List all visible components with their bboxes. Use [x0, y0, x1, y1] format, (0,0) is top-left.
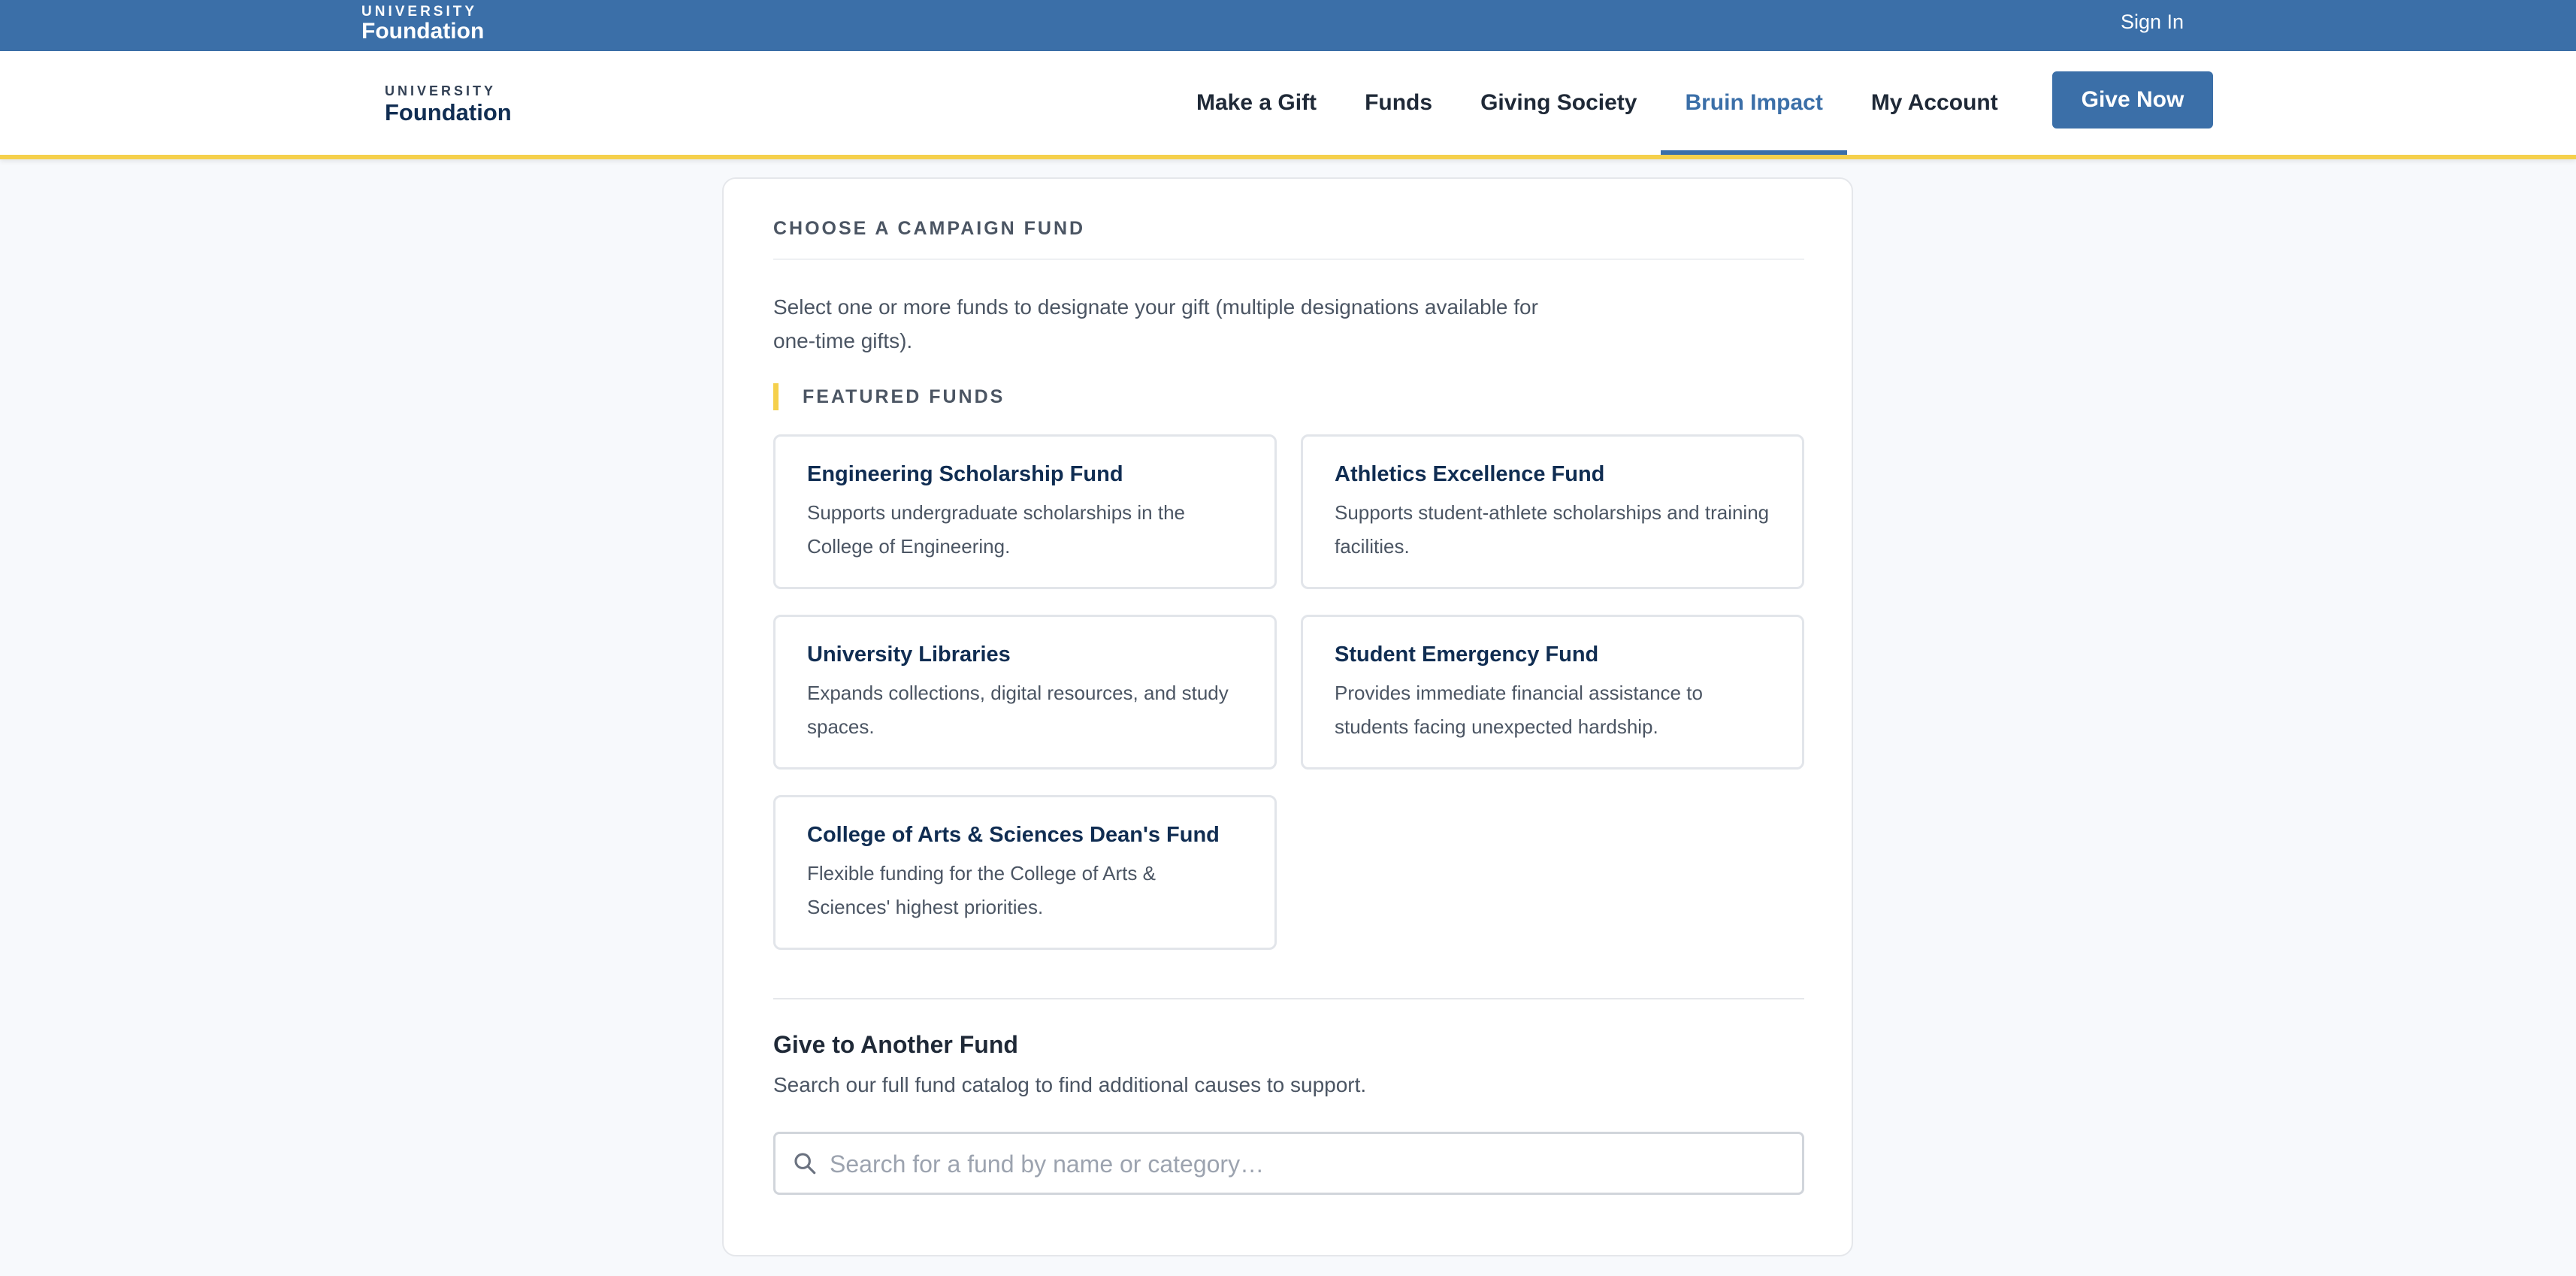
- main-nav: UNIVERSITY Foundation Make a Gift Funds …: [0, 51, 2576, 159]
- fund-title: Athletics Excellence Fund: [1335, 462, 1605, 486]
- nav-link-giving-society[interactable]: Giving Society: [1456, 51, 1661, 155]
- give-now-button[interactable]: Give Now: [2052, 71, 2213, 129]
- topbar-logo[interactable]: UNIVERSITY Foundation: [361, 5, 484, 43]
- nav-logo-big: Foundation: [385, 99, 512, 125]
- fund-title: Engineering Scholarship Fund: [807, 462, 1123, 486]
- fund-title: University Libraries: [807, 643, 1011, 667]
- section-label: CHOOSE A CAMPAIGN FUND: [773, 218, 1086, 239]
- fund-description: Supports undergraduate scholarships in t…: [807, 501, 1185, 558]
- nav-links: Make a Gift Funds Giving Society Bruin I…: [1172, 51, 2022, 155]
- featured-funds-grid: Engineering Scholarship Fund Supports un…: [773, 434, 1804, 950]
- fund-search-input[interactable]: [828, 1134, 1800, 1194]
- nav-link-bruin-impact[interactable]: Bruin Impact: [1661, 51, 1848, 155]
- topbar-logo-small: UNIVERSITY: [361, 4, 478, 20]
- fund-title: College of Arts & Sciences Dean's Fund: [807, 823, 1220, 847]
- fund-description: Expands collections, digital resources, …: [807, 682, 1229, 738]
- nav-link-make-a-gift[interactable]: Make a Gift: [1172, 51, 1341, 155]
- fund-card-athletics-excellence[interactable]: Athletics Excellence Fund Supports stude…: [1301, 434, 1804, 589]
- fund-card-arts-sciences-dean[interactable]: College of Arts & Sciences Dean's Fund F…: [773, 795, 1277, 950]
- fund-search-box[interactable]: [773, 1132, 1804, 1195]
- nav-logo-small: UNIVERSITY: [385, 83, 497, 98]
- fund-description: Supports student-athlete scholarships an…: [1335, 501, 1770, 558]
- fund-card-student-emergency[interactable]: Student Emergency Fund Provides immediat…: [1301, 615, 1804, 770]
- divider: [773, 998, 1804, 999]
- intro-text: Select one or more funds to designate yo…: [773, 295, 1538, 352]
- nav-link-funds[interactable]: Funds: [1341, 51, 1456, 155]
- other-fund-description: Search our full fund catalog to find add…: [773, 1073, 1367, 1096]
- fund-title: Student Emergency Fund: [1335, 643, 1599, 667]
- sign-in-link[interactable]: Sign In: [2121, 11, 2184, 34]
- fund-description: Provides immediate financial assistance …: [1335, 682, 1703, 738]
- fund-card-engineering-scholarship[interactable]: Engineering Scholarship Fund Supports un…: [773, 434, 1277, 589]
- nav-link-my-account[interactable]: My Account: [1847, 51, 2022, 155]
- search-icon: [794, 1153, 816, 1175]
- featured-funds-label: FEATURED FUNDS: [773, 383, 1005, 410]
- fund-description: Flexible funding for the College of Arts…: [807, 862, 1156, 918]
- fund-card-university-libraries[interactable]: University Libraries Expands collections…: [773, 615, 1277, 770]
- top-utility-bar: UNIVERSITY Foundation Sign In: [0, 0, 2576, 51]
- nav-logo[interactable]: UNIVERSITY Foundation: [385, 84, 512, 124]
- topbar-logo-big: Foundation: [361, 19, 485, 44]
- other-fund-title: Give to Another Fund: [773, 1031, 1018, 1058]
- divider: [773, 259, 1804, 260]
- campaign-fund-card: CHOOSE A CAMPAIGN FUND Select one or mor…: [722, 177, 1853, 1256]
